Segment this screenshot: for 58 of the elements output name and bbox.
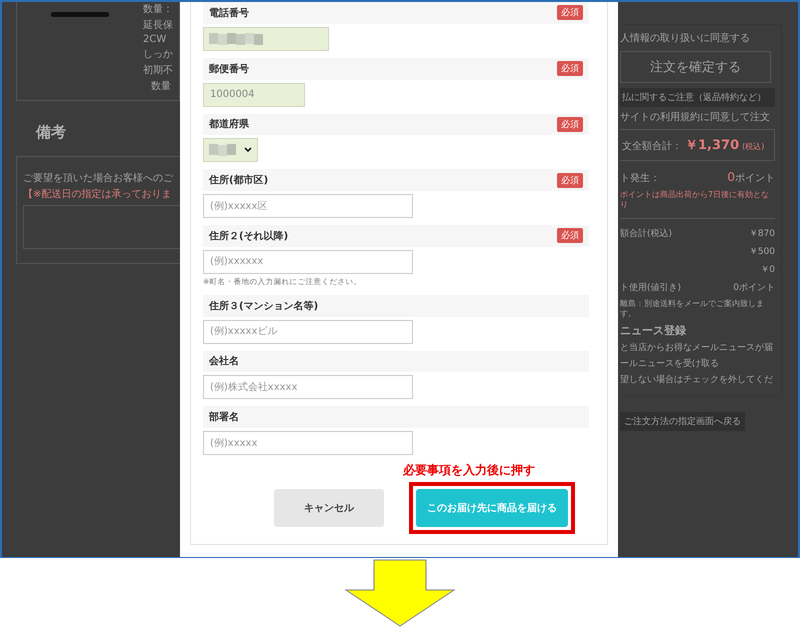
input-field[interactable] — [203, 26, 329, 51]
summary-value: 0ポイント — [733, 282, 775, 294]
points-label: ト発生： — [620, 172, 660, 185]
input-field[interactable]: (例)xxxxxx — [203, 250, 413, 274]
summary-label: ト使用(値引き) — [620, 282, 682, 294]
newsletter-option: ールニュースを受け取る — [620, 359, 775, 370]
newsletter-text: と当店からお得なメールニュースが届 — [620, 342, 774, 354]
field-label: 郵便番号 — [209, 62, 249, 76]
newsletter-heading: ニュース登録 — [620, 324, 687, 338]
input-field[interactable]: (例)xxxxx — [203, 431, 413, 455]
summary-label: 額合計(税込) — [620, 228, 672, 240]
terms-consent: サイトの利用規約に同意して注文 — [620, 112, 771, 124]
product-detail: 数量： — [143, 3, 174, 16]
input-field[interactable]: 1000004 — [203, 82, 305, 106]
field-label: 電話番号 — [209, 6, 249, 20]
remarks-heading: 備考 — [36, 123, 67, 142]
required-badge: 必須 — [557, 116, 583, 132]
shipping-note: 離島：別途送料をメールでご案内致します。 — [620, 299, 765, 319]
field-label: 住所(都市区) — [209, 173, 268, 188]
remarks-note: ご要望を頂いた場合お客様へのご — [23, 172, 174, 185]
summary-value: ￥500 — [748, 246, 775, 258]
required-badge: 必須 — [557, 228, 583, 244]
product-detail: 延長保 — [143, 19, 174, 32]
field-label: 住所３(マンション名等) — [209, 300, 318, 313]
required-badge: 必須 — [557, 61, 583, 76]
back-button[interactable]: ご注文方法の指定画面へ戻る — [620, 412, 745, 430]
input-field[interactable]: (例)xxxxx区 — [203, 194, 413, 218]
field-label: 会社名 — [209, 354, 239, 368]
cancel-button[interactable]: キャンセル — [274, 489, 384, 527]
required-badge: 必須 — [557, 5, 583, 20]
points-note: ポイントは商品出荷から7日後に有効となり — [620, 190, 770, 210]
required-badge: 必須 — [557, 172, 583, 188]
input-field[interactable]: (例)株式会社xxxxx — [203, 375, 413, 400]
summary-value: ￥0 — [760, 264, 775, 276]
points-value: 0 — [727, 170, 735, 184]
field-label: 部署名 — [209, 410, 239, 424]
delivery-warning: 【※配送日の指定は承っておりま — [23, 188, 172, 201]
product-detail: 2CW — [143, 34, 168, 45]
quantity-label: 数量 — [150, 80, 172, 93]
input-field[interactable]: (例)xxxxxビル — [203, 320, 413, 344]
tax-label: (税込) — [742, 141, 764, 152]
field-label: 都道府県 — [209, 117, 249, 132]
product-detail: 初期不 — [143, 64, 174, 77]
total-label: 文全額合計： — [622, 140, 682, 153]
annotation-text: 必要事項を入力後に押す — [403, 462, 535, 479]
field-label: 住所２(それ以降) — [209, 230, 288, 243]
points-unit: ポイント — [735, 173, 775, 184]
privacy-consent: 人情報の取り扱いに同意する — [620, 33, 751, 46]
product-detail: しっか — [143, 48, 174, 61]
summary-value: ￥870 — [748, 228, 775, 240]
confirm-order-button[interactable]: 注文を確定する — [620, 50, 771, 82]
notice-bar[interactable]: 払に関するご注意（返品特約など） — [620, 88, 775, 106]
newsletter-hint: 望しない場合はチェックを外してくだ — [620, 375, 774, 386]
total-amount: ￥1,370 — [685, 137, 740, 154]
product-image — [51, 12, 109, 18]
blurred-value — [209, 144, 239, 156]
select-field[interactable] — [203, 138, 258, 162]
chevron-down-icon — [244, 147, 252, 154]
